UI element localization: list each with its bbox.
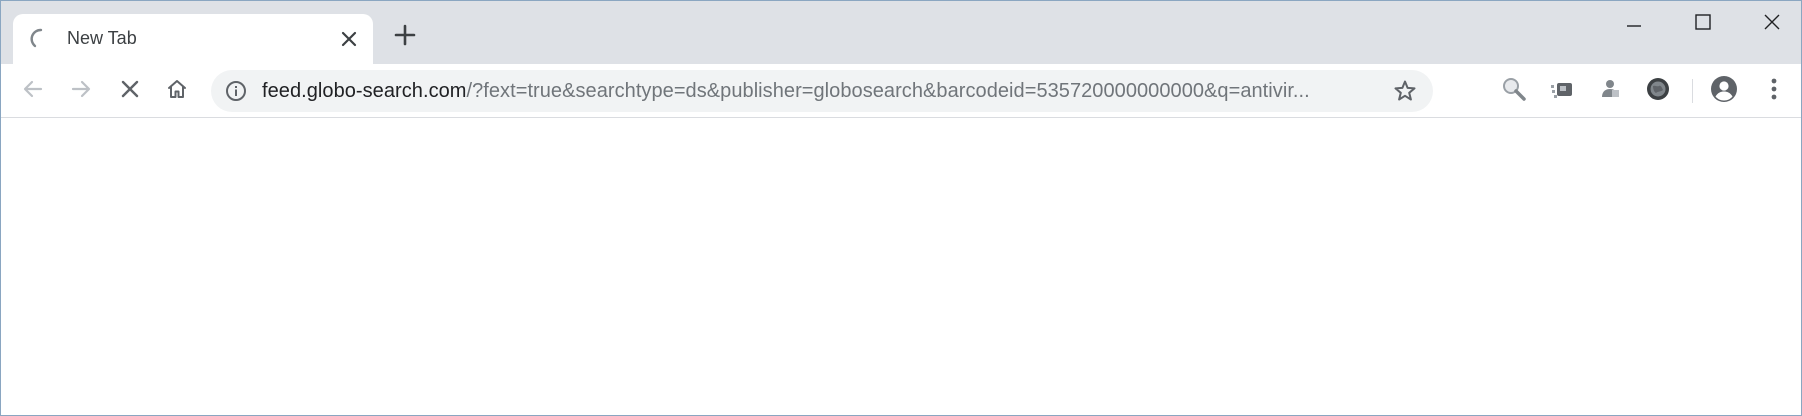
loading-spinner-icon (29, 27, 53, 51)
extension-button-3[interactable] (1595, 76, 1625, 106)
profile-button[interactable] (1709, 75, 1739, 108)
account-icon (1710, 75, 1738, 108)
url-text[interactable]: feed.globo-search.com/?fext=true&searcht… (262, 80, 1382, 103)
stop-button[interactable] (113, 74, 147, 108)
minimize-icon (1626, 15, 1642, 33)
new-tab-button[interactable] (392, 24, 418, 50)
more-vert-icon (1770, 77, 1778, 106)
globe-extension-icon (1645, 76, 1671, 107)
url-path: /?fext=true&searchtype=ds&publisher=glob… (466, 80, 1310, 102)
globe-extension-button[interactable] (1643, 76, 1673, 106)
forward-arrow-icon (70, 78, 92, 105)
plus-icon (394, 24, 416, 51)
tab-strip: New Tab (0, 0, 1802, 64)
search-extension-icon (1501, 76, 1527, 107)
home-button[interactable] (160, 74, 194, 108)
browser-toolbar: feed.globo-search.com/?fext=true&searcht… (0, 64, 1802, 118)
stop-icon (120, 79, 140, 104)
forward-button[interactable] (64, 74, 98, 108)
url-host: feed.globo-search.com (262, 80, 467, 102)
back-button[interactable] (16, 74, 50, 108)
tab-title: New Tab (67, 28, 137, 48)
address-bar[interactable]: feed.globo-search.com/?fext=true&searcht… (211, 70, 1433, 112)
star-icon[interactable] (1392, 78, 1418, 104)
maximize-icon (1695, 13, 1711, 35)
minimize-button[interactable] (1604, 4, 1664, 44)
search-extension-button[interactable] (1499, 76, 1529, 106)
page-content (0, 119, 1802, 416)
home-icon (166, 78, 188, 105)
maximize-button[interactable] (1673, 4, 1733, 44)
window-close-icon (1764, 14, 1780, 35)
info-icon[interactable] (224, 79, 248, 103)
extension-icon-2 (1548, 76, 1574, 107)
tab-new-tab[interactable]: New Tab (13, 14, 373, 64)
close-icon[interactable] (337, 27, 361, 51)
back-arrow-icon (22, 78, 44, 105)
extension-icon-3 (1597, 76, 1623, 107)
window-close-button[interactable] (1742, 4, 1802, 44)
toolbar-divider (1692, 79, 1693, 103)
extension-button-2[interactable] (1546, 76, 1576, 106)
menu-button[interactable] (1759, 76, 1789, 106)
